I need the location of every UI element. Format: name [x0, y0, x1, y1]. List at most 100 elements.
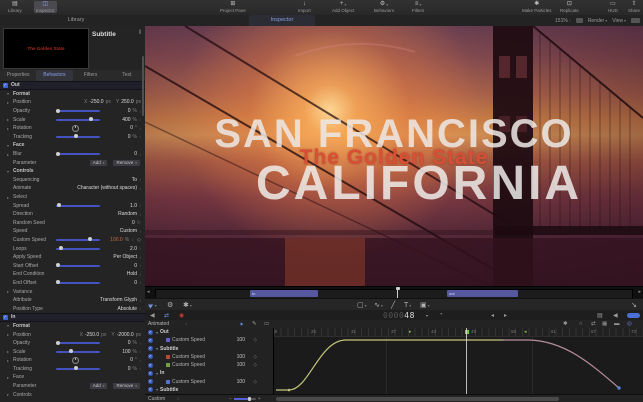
disclosure-open-icon[interactable]: ▾ [156, 346, 158, 351]
disclosure-open-icon[interactable]: ▾ [156, 387, 158, 392]
behavior-bar-out[interactable]: out [447, 290, 518, 297]
parameter-value[interactable]: 0 [134, 280, 137, 286]
keyframe-group-row[interactable]: ▾Out [145, 328, 273, 336]
curve-visibility-checkbox[interactable] [148, 380, 152, 384]
behavior-bar-in[interactable]: In [250, 290, 318, 297]
slider[interactable] [56, 153, 100, 155]
slider-thumb[interactable] [56, 341, 60, 345]
tab-library[interactable]: Library [48, 15, 104, 26]
audio-mute-icon[interactable]: ◀ [150, 310, 155, 320]
slider[interactable] [56, 282, 100, 284]
rotation-dial[interactable] [72, 125, 79, 132]
popup-stepper[interactable]: ↕ [139, 255, 141, 260]
keyframe-group-row[interactable]: ▾Subtitle [145, 386, 273, 394]
project-duration-icon[interactable]: ▤ [597, 310, 603, 320]
slider-thumb[interactable] [56, 152, 60, 156]
curve-visibility-checkbox[interactable] [148, 338, 152, 342]
zoom-level-select[interactable]: 151%↕ [555, 15, 571, 27]
slider[interactable] [56, 342, 100, 344]
value-stepper[interactable]: ↕ [139, 109, 141, 114]
popup-value[interactable]: To [132, 177, 137, 183]
add-object-button[interactable]: +▾Add Object [330, 1, 356, 13]
parameter-value[interactable]: 0 [130, 357, 133, 363]
position-y-value[interactable]: -2000.0 [117, 332, 134, 338]
keyframe-nav-icon[interactable]: ◇ [254, 379, 257, 385]
popup-value[interactable]: Transform Glyph [100, 297, 137, 303]
timeline-toggle[interactable] [627, 313, 640, 318]
import-button[interactable]: ↓Import [296, 1, 313, 13]
keyframe-nav-icon[interactable]: ◇ [254, 362, 257, 368]
popup-value[interactable]: Absolute [118, 306, 137, 312]
collapse-icon[interactable]: ▬ [614, 320, 620, 328]
mini-timeline-right-arrow[interactable]: ▸ [638, 289, 641, 295]
slider-thumb[interactable] [69, 349, 73, 353]
slider-thumb[interactable] [56, 263, 60, 267]
parameter-value[interactable]: 2.0 [130, 246, 137, 252]
graph-zoom-slider[interactable] [234, 398, 256, 400]
curve-visibility-checkbox[interactable] [148, 355, 152, 359]
curve-interpolation-icon[interactable]: ✱ [563, 320, 568, 328]
slider[interactable] [56, 119, 100, 121]
curve-visibility-checkbox[interactable] [148, 347, 152, 351]
project-pane-button[interactable]: ⊞Project Pane [218, 1, 248, 13]
preview-options-icon[interactable]: ‖ [139, 30, 141, 36]
subtab-filters[interactable]: Filters [73, 70, 109, 81]
subtab-behaviors[interactable]: Behaviors [36, 70, 72, 81]
curve-type-menu[interactable]: Custom [148, 395, 165, 402]
display-icon[interactable] [631, 18, 640, 23]
popup-value[interactable]: Random [118, 211, 137, 217]
audio-icon[interactable]: ◀ [613, 310, 618, 320]
position-y-value[interactable]: 250.0 [121, 99, 134, 105]
value-stepper[interactable]: ↕ [139, 358, 141, 363]
parameter-value[interactable]: 0 [130, 125, 133, 131]
value-stepper[interactable]: ↕ [139, 203, 141, 208]
keyframe-param-row[interactable]: Custom Speed100◇ [145, 336, 273, 344]
parameter-value[interactable]: 0 [128, 108, 131, 114]
slider[interactable] [56, 205, 100, 207]
parameter-value[interactable]: 100 [237, 379, 245, 385]
disclosure-open-icon[interactable]: ▾ [156, 371, 158, 376]
subtab-properties[interactable]: Properties [0, 70, 36, 81]
behaviors-button[interactable]: ⚙▾Behaviors [372, 1, 396, 13]
zoom-in-icon[interactable]: + [258, 396, 261, 402]
value-stepper[interactable]: ↕ [139, 117, 141, 122]
step-forward-button[interactable]: ▸ [504, 310, 507, 320]
popup-stepper[interactable]: ↕ [139, 186, 141, 191]
seed-value[interactable]: 0 [132, 220, 135, 226]
value-stepper[interactable]: ↕ [139, 349, 141, 354]
mini-timeline-left-arrow[interactable]: ◂ [147, 289, 150, 295]
curve-visibility-checkbox[interactable] [148, 330, 152, 334]
keyframe-param-row[interactable]: Custom Speed100◇ [145, 361, 273, 369]
curve-visibility-checkbox[interactable] [148, 371, 152, 375]
remove-parameter-button[interactable]: Remove▾ [112, 159, 141, 167]
inspector-button[interactable]: ◫Inspector [34, 1, 57, 13]
slider-thumb[interactable] [74, 366, 78, 370]
add-parameter-button[interactable]: Add▾ [89, 159, 109, 167]
timecode-menu-chevron[interactable]: ▾ [426, 310, 428, 320]
value-stepper[interactable]: ↕ [131, 237, 133, 242]
box-select-tool[interactable]: ▭ [264, 320, 269, 328]
popup-value[interactable]: Hold [127, 271, 137, 277]
parameter-value[interactable]: 0 [134, 151, 137, 157]
checkbox-out[interactable] [3, 83, 8, 88]
canvas-viewport[interactable]: SAN FRANCISCO The Golden State CALIFORNI… [145, 26, 643, 286]
timecode-display[interactable]: 000048 [383, 310, 483, 320]
position-x-value[interactable]: -250.0 [89, 99, 103, 105]
keyframe-group-row[interactable]: ▾In [145, 369, 273, 377]
value-stepper[interactable]: ↕ [139, 341, 141, 346]
graph-playhead[interactable] [466, 328, 467, 394]
curve-visibility-checkbox[interactable] [148, 363, 152, 367]
popup-value[interactable]: Custom [120, 228, 137, 234]
parameter-value[interactable]: 100 [237, 337, 245, 343]
value-stepper[interactable]: ↕ [139, 152, 141, 157]
parameter-value[interactable]: 0 [128, 340, 131, 346]
popup-value[interactable]: Per Object [113, 254, 137, 260]
parameter-value[interactable]: 400 [122, 117, 130, 123]
slider[interactable] [56, 265, 100, 267]
graph-horizontal-scrollbar[interactable] [276, 397, 559, 401]
slider[interactable] [56, 239, 100, 241]
value-stepper[interactable]: ↕ [139, 134, 141, 139]
value-stepper[interactable]: ↕ [139, 246, 141, 251]
slider-thumb[interactable] [59, 246, 63, 250]
inspector-scrollbar[interactable] [142, 56, 144, 116]
